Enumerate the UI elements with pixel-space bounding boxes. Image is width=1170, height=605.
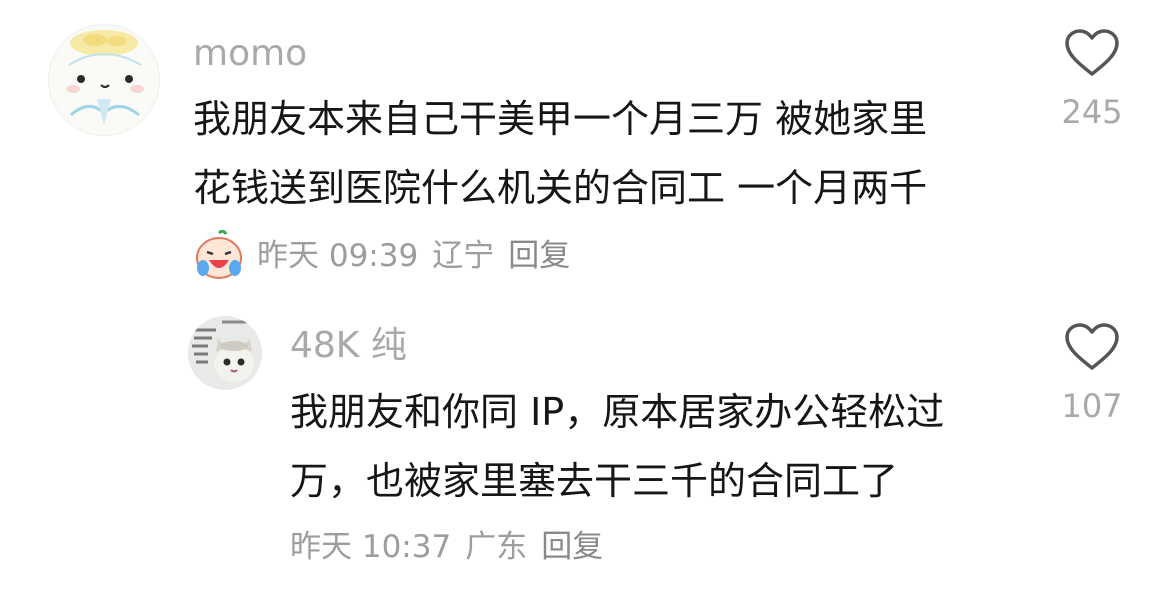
username[interactable]: 48K 纯	[290, 324, 407, 368]
comment-meta: 昨天 09:39 辽宁 回复	[193, 229, 570, 282]
avatar[interactable]	[188, 316, 262, 390]
comment-text: 我朋友和你同 IP，原本居家办公轻松过 万，也被家里塞去干三千的合同工了	[290, 390, 945, 503]
reply-button[interactable]: 回复	[508, 236, 570, 276]
comment-location: 辽宁	[432, 238, 495, 274]
comment-time: 昨天 09:39	[257, 238, 419, 274]
like-count: 245	[1061, 93, 1123, 131]
username[interactable]: momo	[193, 32, 307, 76]
avatar[interactable]	[48, 24, 160, 136]
cat-avatar-icon	[188, 316, 262, 390]
comment-time: 昨天 10:37	[290, 529, 452, 565]
like-button[interactable]: 245	[1052, 28, 1132, 132]
comment-meta: 昨天 10:37 广东 回复	[290, 527, 603, 567]
comment-location: 广东	[465, 529, 528, 565]
comment-text: 我朋友本来自己干美甲一个月三万 被她家里 花钱送到医院什么机关的合同工 一个月两…	[193, 97, 928, 210]
like-count: 107	[1061, 387, 1123, 425]
heart-icon	[1065, 323, 1119, 370]
reply-button[interactable]: 回复	[541, 527, 603, 567]
crying-laughing-face-icon	[193, 229, 245, 282]
cartoon-avatar-icon	[66, 30, 144, 125]
heart-icon	[1065, 29, 1119, 76]
like-button[interactable]: 107	[1052, 322, 1132, 426]
